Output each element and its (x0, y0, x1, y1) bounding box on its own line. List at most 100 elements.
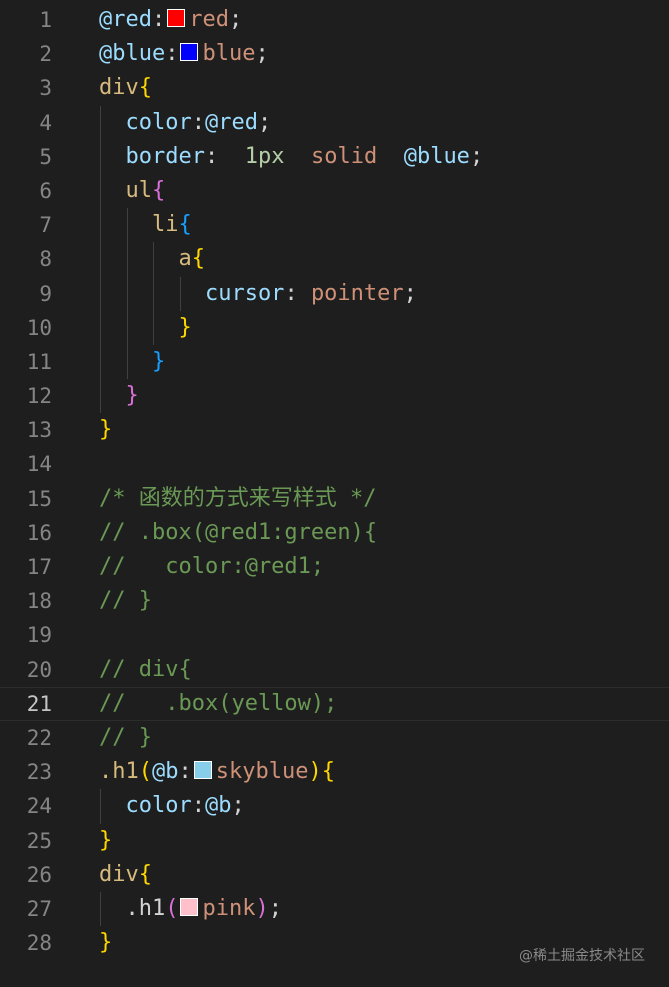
code-token: // } (99, 724, 152, 750)
code-line[interactable]: 21 // .box(yellow); (0, 686, 669, 721)
code-token: } (99, 348, 166, 374)
code-token: : (178, 759, 192, 785)
code-token: @blue (403, 143, 470, 169)
code-line[interactable]: 12 } (0, 379, 669, 414)
line-number: 17 (26, 555, 52, 579)
code-token: { (138, 75, 152, 101)
code-token: ; (403, 280, 417, 306)
code-token: : (191, 109, 205, 135)
code-line[interactable]: 11 } (0, 344, 669, 380)
color-swatch[interactable] (180, 43, 199, 62)
code-text: } (99, 824, 112, 858)
code-editor[interactable]: 1 @red: red; 2 @blue: blue; 3 div{4 color:@red;… (0, 3, 669, 960)
line-number: 9 (39, 281, 52, 306)
code-text: div{ (99, 858, 152, 892)
line-number: 10 (26, 315, 52, 340)
code-line[interactable]: 20 // div{ (0, 653, 669, 687)
code-token: red (189, 7, 229, 32)
code-line[interactable]: 17 // color:@red1; (0, 550, 669, 584)
code-token: : (165, 41, 179, 67)
code-token: : (204, 143, 245, 169)
watermark: @稀土掘金技术社区 (519, 948, 645, 964)
code-text: .h1(@b: skyblue){ (99, 755, 335, 789)
line-number: 26 (26, 862, 52, 887)
code-token: ) (308, 759, 322, 785)
code-token: { (151, 177, 166, 203)
code-text: border: 1px solid @blue; (99, 140, 483, 174)
code-text: @red: red; (99, 3, 242, 37)
code-token: } (99, 827, 113, 853)
code-line[interactable]: 1 @red: red; (0, 3, 669, 37)
line-number: 18 (26, 589, 52, 614)
code-token: skyblue (215, 759, 309, 785)
code-token: // .box(yellow); (99, 690, 338, 716)
code-token: ( (138, 759, 152, 785)
code-token: /* 函数的方式来写样式 */ (99, 485, 377, 511)
code-token: : (191, 793, 205, 819)
code-text: color:@b; (99, 789, 245, 823)
line-number: 3 (39, 76, 52, 101)
code-line[interactable]: 7 li{ (0, 208, 669, 243)
line-number: 8 (39, 247, 52, 272)
code-line[interactable]: 25} (0, 824, 669, 858)
code-text: /* 函数的方式来写样式 */ (99, 482, 376, 516)
line-number: 19 (26, 623, 52, 648)
code-token: border (99, 143, 205, 169)
code-line[interactable]: 5 border: 1px solid @blue; (0, 139, 669, 174)
code-text: a{ (99, 242, 205, 276)
code-line[interactable]: 14 (0, 447, 669, 481)
code-text: } (99, 379, 138, 413)
code-line[interactable]: 3 div{ (0, 71, 669, 105)
color-swatch[interactable] (193, 761, 212, 780)
code-line[interactable]: 4 color:@red; (0, 105, 669, 140)
code-token: .h1 (99, 759, 139, 785)
code-token: // div{ (99, 656, 192, 682)
code-text: // div{ (99, 653, 192, 687)
code-token: @red (99, 7, 152, 32)
code-line[interactable]: 15 /* 函数的方式来写样式 */ (0, 482, 669, 516)
code-token: ( (165, 895, 179, 921)
code-token: a (99, 246, 192, 272)
code-token: @b (152, 759, 179, 785)
line-number: 2 (39, 42, 52, 67)
code-line[interactable]: 2 @blue: blue; (0, 37, 669, 71)
code-token: { (191, 246, 205, 272)
code-token: } (99, 930, 113, 956)
color-swatch[interactable] (180, 897, 199, 916)
code-token: pink (202, 895, 256, 921)
code-token: @b (204, 793, 232, 819)
code-line[interactable]: 26 div{ (0, 858, 669, 892)
code-token: // color:@red1; (99, 554, 325, 579)
code-line[interactable]: 16 // .box(@red1:green){ (0, 516, 669, 550)
code-text: } (99, 345, 165, 379)
code-token: ) (255, 895, 269, 921)
code-line[interactable]: 13} (0, 413, 669, 447)
code-token: : (151, 7, 166, 32)
code-text: div{ (99, 71, 152, 105)
code-line[interactable]: 8 a{ (0, 242, 669, 277)
code-token: ; (231, 793, 245, 819)
code-line[interactable]: 24 color:@b; (0, 789, 669, 824)
code-text: // color:@red1; (99, 550, 324, 584)
line-number: 22 (26, 725, 52, 750)
line-number: 27 (26, 896, 52, 921)
code-line[interactable]: 23 .h1(@b: skyblue){ (0, 755, 669, 789)
code-token: ; (255, 41, 269, 67)
code-line[interactable]: 22 // } (0, 721, 669, 755)
code-token: color (99, 793, 192, 819)
code-line[interactable]: 27 .h1(pink); (0, 891, 669, 927)
code-line[interactable]: 10 } (0, 310, 669, 345)
line-number: 11 (26, 349, 52, 374)
code-line[interactable]: 6 ul{ (0, 173, 669, 209)
code-line[interactable]: 19 (0, 618, 669, 652)
code-token: } (99, 314, 192, 340)
code-text: } (99, 311, 192, 345)
code-text: } (99, 926, 112, 960)
color-swatch[interactable] (167, 9, 186, 27)
code-line[interactable]: 18 // } (0, 584, 669, 618)
code-line[interactable]: 9 cursor: pointer; (0, 276, 669, 311)
code-text: color:@red; (99, 106, 271, 140)
code-token: blue (202, 41, 256, 67)
